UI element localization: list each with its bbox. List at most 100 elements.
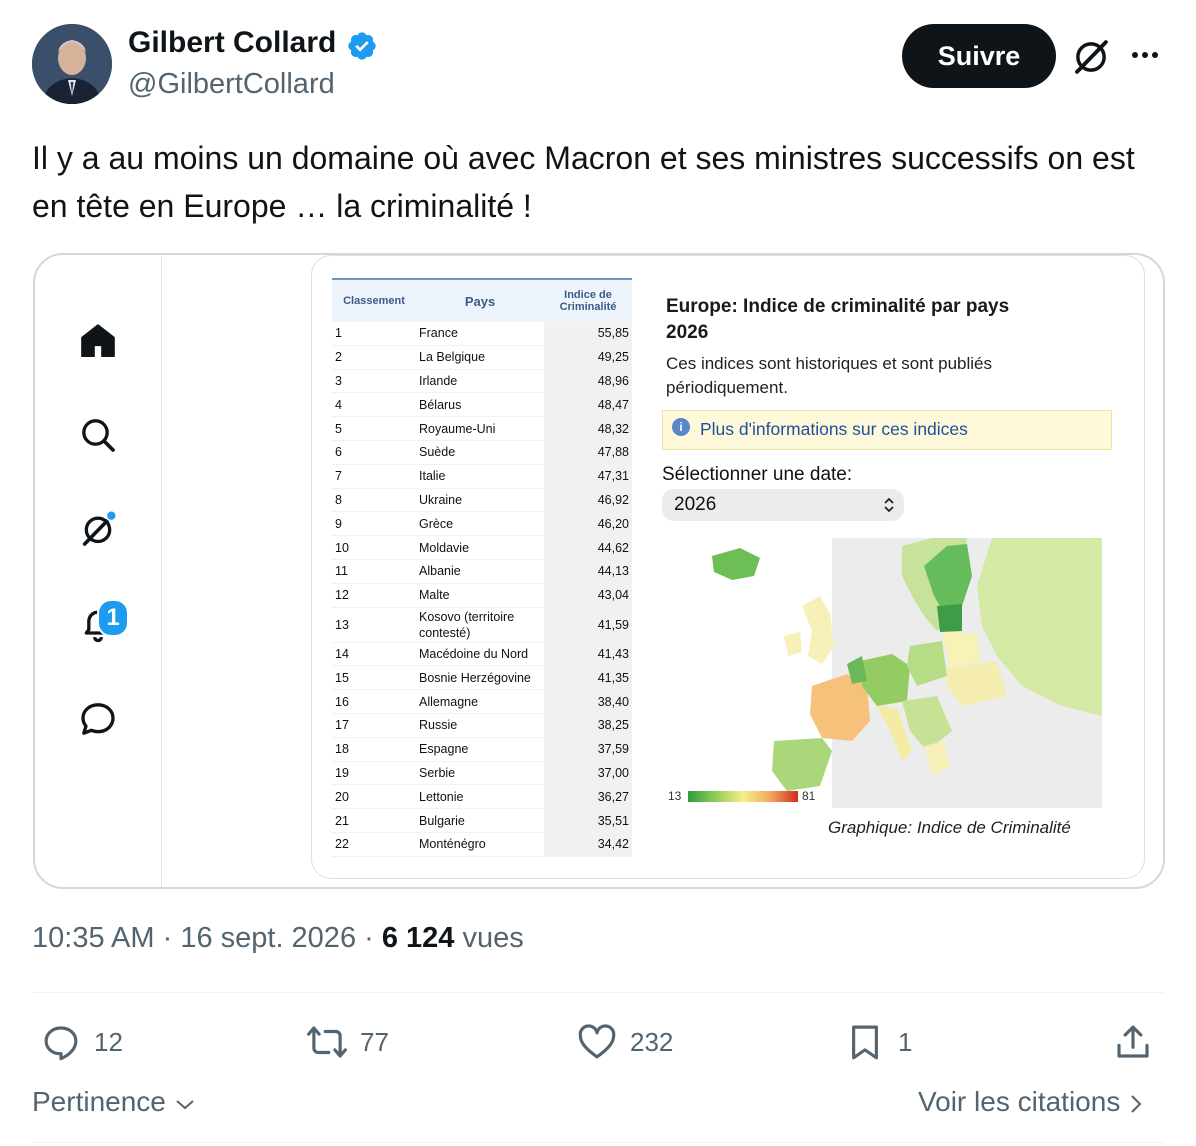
row-country: Allemagne [416,689,544,714]
row-country: Royaume-Uni [416,416,544,441]
table-row: 8 Ukraine 46,92 [332,488,632,513]
crime-ranking-table: Classement Pays Indice de Criminalité 1F… [332,278,632,857]
table-row: 9 Grèce 46,20 [332,511,632,537]
row-index: 44,13 [544,559,632,584]
row-rank: 17 [332,713,416,738]
home-icon[interactable] [78,321,118,361]
panel-title: Europe: Indice de criminalité par pays 2… [666,294,1009,346]
row-index: 46,20 [544,511,632,537]
row-rank: 21 [332,808,416,833]
row-country: Russie [416,713,544,738]
row-index: 34,42 [544,832,632,857]
avatar[interactable] [32,24,112,104]
row-country: Irlande [416,369,544,394]
row-index: 38,40 [544,689,632,714]
row-index: 35,51 [544,808,632,833]
date-select: 2026 [662,489,904,521]
row-country: Kosovo (territoire contesté) [416,607,544,643]
table-row: 12 Malte 43,04 [332,583,632,608]
media-card[interactable]: 1 Classement Pays Indice de Criminalité … [33,253,1165,889]
like-button[interactable]: 232 [576,1018,673,1066]
reply-icon [44,1026,78,1061]
select-arrows-icon [884,497,894,513]
heart-icon [578,1024,616,1059]
row-country: La Belgique [416,345,544,370]
share-icon [1117,1025,1149,1058]
row-country: Albanie [416,559,544,584]
date-label: Sélectionner une date: [662,464,853,485]
row-rank: 20 [332,784,416,810]
row-rank: 1 [332,322,416,346]
meta-separator: · [162,922,181,954]
table-row: 14 Macédoine du Nord 41,43 [332,642,632,667]
table-row: 2 La Belgique 49,25 [332,345,632,370]
tweet-time[interactable]: 10:35 AM [32,922,155,954]
header-rank: Classement [332,278,416,322]
follow-button[interactable]: Suivre [902,24,1056,88]
tweet-meta: 10:35 AM · 16 sept. 2026 · 6 124 vues [32,922,524,955]
europe-map [712,538,1102,808]
row-country: Suède [416,440,544,465]
row-country: Serbie [416,761,544,786]
row-country: Espagne [416,737,544,762]
table-row: 13 Kosovo (territoire contesté) 41,59 [332,607,632,643]
chevron-right-icon [1131,1094,1142,1113]
bookmark-button[interactable]: 1 [844,1018,912,1066]
row-index: 46,92 [544,488,632,513]
row-country: Macédoine du Nord [416,642,544,667]
row-index: 48,96 [544,369,632,394]
row-rank: 16 [332,689,416,714]
row-index: 41,43 [544,642,632,667]
table-row: 4 Bélarus 48,47 [332,392,632,418]
author-handle[interactable]: @GilbertCollard [128,68,335,101]
table-row: 10 Moldavie 44,62 [332,535,632,560]
row-rank: 12 [332,583,416,608]
tweet-date[interactable]: 16 sept. 2026 [180,922,356,954]
meta-separator: · [364,922,382,954]
row-index: 37,59 [544,737,632,762]
verified-badge-icon [348,32,376,60]
more-options-icon[interactable] [1128,40,1162,70]
row-rank: 4 [332,392,416,418]
row-country: Bosnie Herzégovine [416,665,544,691]
messages-icon[interactable] [78,699,118,739]
reply-button[interactable]: 12 [40,1018,123,1066]
sort-dropdown[interactable]: Pertinence [32,1086,196,1118]
table-row: 16 Allemagne 38,40 [332,689,632,714]
info-icon: i [672,418,690,436]
author-name[interactable]: Gilbert Collard [128,26,336,60]
info-link: Plus d'informations sur ces indices [700,419,968,439]
table-row: 5 Royaume-Uni 48,32 [332,416,632,441]
grok-icon[interactable] [1070,36,1112,78]
map-caption: Graphique: Indice de Criminalité [828,818,1071,837]
repost-icon [307,1026,347,1058]
row-index: 36,27 [544,784,632,810]
reply-count: 12 [94,1026,123,1057]
divider-bottom [32,1142,1164,1143]
like-count: 232 [630,1026,674,1057]
row-country: Grèce [416,511,544,537]
bookmark-icon [852,1025,878,1060]
table-row: 19 Serbie 37,00 [332,761,632,786]
row-index: 41,35 [544,665,632,691]
row-rank: 8 [332,488,416,513]
table-row: 7 Italie 47,31 [332,464,632,489]
share-button[interactable] [1112,1018,1154,1066]
view-quotes-link[interactable]: Voir les citations [918,1086,1144,1118]
tweet-text: Il y a au moins un domaine où avec Macro… [32,140,1135,224]
table-row: 1 France 55,85 [332,322,632,346]
table-row: 11 Albanie 44,13 [332,559,632,584]
date-value: 2026 [674,494,717,515]
row-index: 47,88 [544,440,632,465]
row-country: Ukraine [416,488,544,513]
grok-icon[interactable] [78,509,118,549]
row-index: 44,62 [544,535,632,560]
search-icon[interactable] [78,415,118,455]
row-rank: 11 [332,559,416,584]
repost-button[interactable]: 77 [306,1018,389,1066]
row-rank: 6 [332,440,416,465]
row-rank: 5 [332,416,416,441]
repost-count: 77 [360,1026,389,1057]
row-country: Italie [416,464,544,489]
notification-badge: 1 [97,599,129,637]
